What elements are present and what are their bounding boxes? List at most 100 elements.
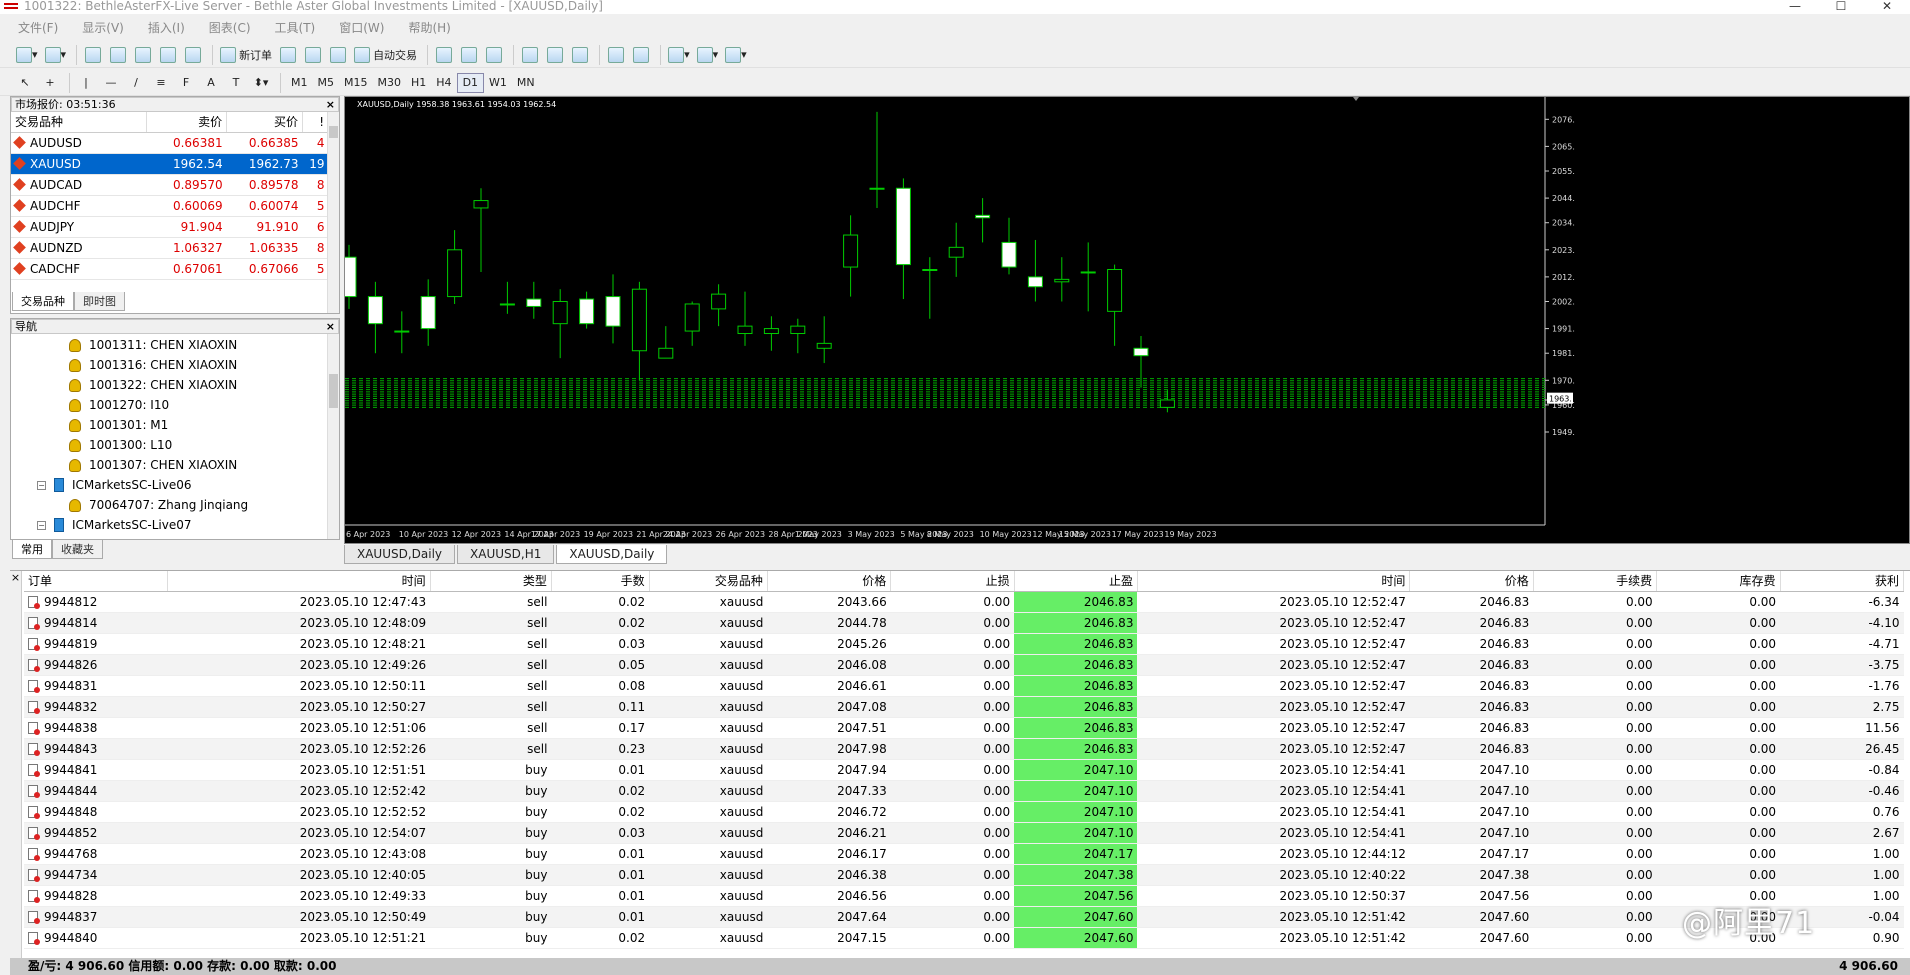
minimize-button[interactable]: — — [1772, 0, 1818, 12]
navigator-button[interactable] — [132, 44, 154, 66]
collapse-icon[interactable]: − — [37, 480, 46, 490]
col-bid[interactable]: 卖价 — [146, 112, 228, 133]
navigator-account-item[interactable]: 1001311: CHEN XIAOXIN — [11, 335, 327, 355]
timeframe-m1[interactable]: M1 — [286, 73, 313, 93]
data-window-button[interactable] — [107, 44, 129, 66]
table-row[interactable]: 9944843 2023.05.10 12:52:26 sell 0.23 xauusd… — [24, 738, 1904, 760]
col-header[interactable]: 止损 — [890, 571, 1015, 592]
col-header[interactable]: 库存费 — [1656, 571, 1781, 592]
col-header[interactable]: 止盈 — [1014, 571, 1138, 592]
col-header[interactable]: 类型 — [430, 571, 552, 592]
navigator-account-item[interactable]: 1001316: CHEN XIAOXIN — [11, 355, 327, 375]
col-header[interactable]: 时间 — [167, 571, 431, 592]
col-header[interactable]: 订单 — [24, 571, 169, 592]
col-header[interactable]: 手续费 — [1533, 571, 1658, 592]
market-watch-scrollbar[interactable] — [327, 112, 339, 313]
market-watch-row[interactable]: XAUUSD 1962.54 1962.73 19 — [11, 153, 329, 175]
col-header[interactable]: 价格 — [767, 571, 892, 592]
timeframe-d1[interactable]: D1 — [456, 72, 485, 93]
col-header[interactable]: 手数 — [551, 571, 650, 592]
new-order-button[interactable]: 新订单 — [218, 44, 274, 66]
menu-insert[interactable]: 插入(I) — [148, 19, 185, 36]
col-symbol[interactable]: 交易品种 — [11, 112, 148, 133]
col-header[interactable]: 交易品种 — [649, 571, 768, 592]
navigator-account-item[interactable]: 1001300: L10 — [11, 435, 327, 455]
navigator-account-item[interactable]: 1001301: M1 — [11, 415, 327, 435]
zoom-in-button[interactable] — [519, 44, 541, 66]
menu-file[interactable]: 文件(F) — [18, 19, 58, 36]
navigator-account-item[interactable]: 1001270: I10 — [11, 395, 327, 415]
crosshair-tool[interactable]: + — [39, 72, 61, 94]
market-watch-close-icon[interactable]: × — [326, 98, 335, 111]
menu-view[interactable]: 显示(V) — [82, 19, 124, 36]
terminal-close-icon[interactable]: × — [10, 571, 22, 959]
candlestick-button[interactable] — [458, 44, 480, 66]
periods-button[interactable]: ▾ — [695, 44, 721, 66]
trendline-tool[interactable]: / — [125, 72, 147, 94]
templates-button[interactable]: ▾ — [723, 44, 749, 66]
navigator-close-icon[interactable]: × — [326, 320, 335, 333]
navigator-account-item[interactable]: 1001307: CHEN XIAOXIN — [11, 455, 327, 475]
collapse-icon[interactable]: − — [37, 520, 46, 530]
table-row[interactable]: 9944838 2023.05.10 12:51:06 sell 0.17 xauusd… — [24, 717, 1904, 739]
navigator-server-item[interactable]: − ICMarketsSC-Live06 — [11, 475, 327, 495]
timeframe-m30[interactable]: M30 — [373, 73, 407, 93]
tab-tick-chart[interactable]: 即时图 — [74, 292, 125, 311]
zoom-out-button[interactable] — [544, 44, 566, 66]
table-row[interactable]: 9944734 2023.05.10 12:40:05 buy 0.01 xauusd 2… — [24, 864, 1904, 886]
col-spread[interactable]: ! — [302, 112, 329, 133]
candlestick-chart[interactable]: 2076. 2065. 2055. 2044. 2034. 2023. 2012. 2002.… — [345, 97, 1910, 544]
experts-button[interactable] — [302, 44, 324, 66]
table-row[interactable]: 9944812 2023.05.10 12:47:43 sell 0.02 xauusd… — [24, 591, 1904, 613]
table-row[interactable]: 9944840 2023.05.10 12:51:21 buy 0.02 xauusd 2… — [24, 927, 1904, 949]
market-watch-row[interactable]: AUDCAD 0.89570 0.89578 8 — [11, 174, 329, 196]
table-row[interactable]: 9944848 2023.05.10 12:52:52 buy 0.02 xauusd 2… — [24, 801, 1904, 823]
vertical-line-tool[interactable]: | — [75, 72, 97, 94]
table-row[interactable]: 9944819 2023.05.10 12:48:21 sell 0.03 xauusd… — [24, 633, 1904, 655]
navigator-account-item[interactable]: 70064707: Zhang Jinqiang — [11, 495, 327, 515]
market-watch-row[interactable]: AUDCHF 0.60069 0.60074 5 — [11, 195, 329, 217]
tab-symbols[interactable]: 交易品种 — [12, 292, 74, 311]
cursor-tool[interactable]: ↖ — [14, 72, 36, 94]
market-watch-button[interactable] — [82, 44, 104, 66]
table-row[interactable]: 9944826 2023.05.10 12:49:26 sell 0.05 xauusd… — [24, 654, 1904, 676]
navigator-scrollbar[interactable] — [327, 334, 339, 539]
table-row[interactable]: 9944837 2023.05.10 12:50:49 buy 0.01 xauusd 2… — [24, 906, 1904, 928]
menu-window[interactable]: 窗口(W) — [339, 19, 384, 36]
autoscroll-button[interactable] — [605, 44, 627, 66]
close-button[interactable]: ✕ — [1864, 0, 1910, 12]
strategy-tester-button[interactable] — [182, 44, 204, 66]
table-row[interactable]: 9944852 2023.05.10 12:54:07 buy 0.03 xauusd 2… — [24, 822, 1904, 844]
chart-tab-xauusd-daily-1[interactable]: XAUUSD,Daily — [344, 545, 456, 564]
tile-windows-button[interactable] — [569, 44, 591, 66]
timeframe-mn[interactable]: MN — [512, 73, 540, 93]
profiles-button[interactable]: ▾ — [43, 44, 69, 66]
timeframe-h4[interactable]: H4 — [431, 73, 456, 93]
market-watch-row[interactable]: AUDUSD 0.66381 0.66385 4 — [11, 132, 329, 154]
timeframe-m5[interactable]: M5 — [313, 73, 340, 93]
signals-button[interactable] — [327, 44, 349, 66]
line-chart-button[interactable] — [483, 44, 505, 66]
col-ask[interactable]: 买价 — [226, 112, 303, 133]
table-row[interactable]: 9944828 2023.05.10 12:49:33 buy 0.01 xauusd 2… — [24, 885, 1904, 907]
table-row[interactable]: 9944768 2023.05.10 12:43:08 buy 0.01 xauusd 2… — [24, 843, 1904, 865]
col-header[interactable]: 获利 — [1780, 571, 1905, 592]
menu-help[interactable]: 帮助(H) — [408, 19, 450, 36]
table-row[interactable]: 9944841 2023.05.10 12:51:51 buy 0.01 xauusd 2… — [24, 759, 1904, 781]
equidistant-channel-tool[interactable]: ≡ — [150, 72, 172, 94]
indicators-button[interactable]: ▾ — [666, 44, 692, 66]
tab-favorites[interactable]: 收藏夹 — [52, 540, 103, 559]
table-row[interactable]: 9944832 2023.05.10 12:50:27 sell 0.11 xauusd… — [24, 696, 1904, 718]
new-chart-button[interactable]: ▾ — [14, 44, 40, 66]
market-watch-row[interactable]: AUDJPY 91.904 91.910 6 — [11, 216, 329, 238]
navigator-account-item[interactable]: 1001322: CHEN XIAOXIN — [11, 375, 327, 395]
market-watch-row[interactable]: AUDNZD 1.06327 1.06335 8 — [11, 237, 329, 259]
timeframe-h1[interactable]: H1 — [406, 73, 431, 93]
table-row[interactable]: 9944831 2023.05.10 12:50:11 sell 0.08 xauusd… — [24, 675, 1904, 697]
market-watch-row[interactable]: CADCHF 0.67061 0.67066 5 — [11, 258, 329, 280]
col-header[interactable]: 价格 — [1409, 571, 1534, 592]
chart-tab-xauusd-h1[interactable]: XAUUSD,H1 — [457, 545, 555, 564]
text-label-tool[interactable]: T — [225, 72, 247, 94]
terminal-button[interactable] — [157, 44, 179, 66]
metaeditor-button[interactable] — [277, 44, 299, 66]
